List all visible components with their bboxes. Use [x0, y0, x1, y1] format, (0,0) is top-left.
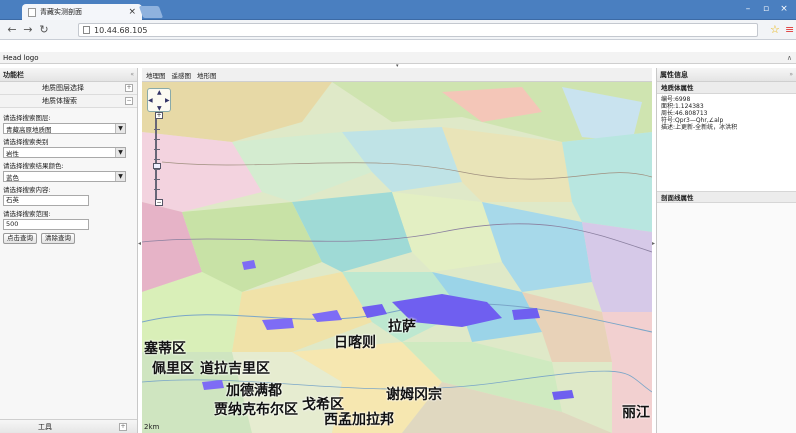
place-label: 加德满都 [226, 383, 282, 399]
geologic-map[interactable]: ▲ ◀ ▶ ▼ + − 拉萨 日喀则 塞蒂区 佩里区 道拉吉里区 加德满都 贾纳… [142, 82, 652, 433]
page-icon [83, 26, 90, 34]
right-splitter-handle[interactable]: ▸ [652, 240, 655, 250]
close-window-icon[interactable]: × [776, 3, 792, 15]
right-panel-header: 属性信息 » [657, 68, 796, 82]
collapse-icon[interactable]: − [125, 97, 133, 105]
tools-label: 工具 [38, 422, 52, 431]
category-label: 请选择搜索类别 [3, 138, 49, 146]
tab-satellite-map[interactable]: 遥感图 [172, 70, 192, 80]
zoom-out-icon[interactable]: − [155, 199, 163, 206]
zoom-in-icon[interactable]: + [155, 112, 163, 119]
close-tab-icon[interactable]: × [128, 7, 136, 17]
separator [0, 41, 796, 52]
menu-icon[interactable]: ≡ [785, 23, 794, 36]
prop-id: 编号:6998 [661, 96, 691, 103]
content-input[interactable]: 石英 [3, 195, 89, 206]
scale-bar: 2km [144, 423, 160, 431]
tab-topo-map[interactable]: 地形图 [197, 70, 217, 80]
browser-tabbar: 青藏实测剖面 × – ▫ × [0, 0, 796, 20]
map-panel: 地理图 遥感图 地形图 ▲ ◀ ▶ ▼ + − 拉萨 日喀则 塞蒂区 佩里区 道… [142, 68, 652, 433]
section-line-attributes-header: 剖面线属性 [657, 191, 796, 203]
pan-down-icon[interactable]: ▼ [157, 105, 162, 112]
new-tab-button[interactable] [138, 6, 164, 18]
section-geobody-search[interactable]: 地质体搜索 − [0, 95, 137, 108]
tab-terrain-map[interactable]: 地理图 [146, 70, 166, 80]
place-label: 道拉吉里区 [200, 361, 270, 377]
place-label: 贾纳克布尔区 [214, 402, 298, 418]
geologic-map-graphic [142, 82, 652, 433]
pan-control[interactable]: ▲ ◀ ▶ ▼ [147, 88, 171, 112]
place-label: 日喀则 [334, 335, 376, 351]
collapse-left-icon[interactable]: « [130, 71, 134, 78]
category-select[interactable]: 岩性 ▼ [3, 147, 126, 158]
left-panel: 功能栏 « 地质图层选择 + 地质体搜索 − 请选择搜索图层: 青藏高原地质图 … [0, 68, 138, 433]
prop-perimeter: 周长:46.808713 [661, 110, 708, 117]
back-icon[interactable]: ← [4, 23, 20, 36]
pan-left-icon[interactable]: ◀ [148, 97, 153, 104]
clear-query-button[interactable]: 清除查询 [41, 233, 75, 244]
layer-select[interactable]: 青藏高原地质图 ▼ [3, 123, 126, 134]
expand-icon[interactable]: + [119, 422, 127, 431]
page-icon [28, 7, 36, 17]
query-button[interactable]: 点击查询 [3, 233, 37, 244]
prop-description: 描述:上更新-全新统，冰洪积 [661, 124, 738, 131]
range-label: 请选择搜索范围: [3, 210, 51, 218]
geobody-attributes-header: 地质体属性 [657, 82, 796, 94]
place-label: 塞蒂区 [144, 341, 186, 357]
place-label: 佩里区 [152, 361, 194, 377]
reload-icon[interactable]: ↻ [36, 23, 52, 36]
zoom-slider[interactable] [153, 119, 163, 199]
section-label: 地质图层选择 [42, 84, 84, 92]
content-label: 请选择搜索内容: [3, 186, 51, 194]
place-label: 拉萨 [388, 319, 416, 335]
range-input[interactable]: 500 [3, 219, 89, 230]
place-label: 谢姆冈宗 [386, 387, 442, 403]
section-label: 地质体搜索 [42, 97, 77, 105]
minimize-icon[interactable]: – [740, 3, 756, 15]
browser-tab[interactable]: 青藏实测剖面 × [22, 4, 142, 20]
right-panel-title: 属性信息 [660, 70, 688, 79]
right-panel: 属性信息 » 地质体属性 编号:6998 面积:1.124383 周长:46.8… [656, 68, 796, 433]
maximize-icon[interactable]: ▫ [758, 3, 774, 15]
category-select-value: 岩性 [6, 149, 19, 158]
tab-title: 青藏实测剖面 [40, 8, 82, 16]
forward-icon[interactable]: → [20, 23, 36, 36]
search-form: 请选择搜索图层: 青藏高原地质图 ▼ 请选择搜索类别 岩性 ▼ 请选择搜索结果颜… [0, 108, 137, 246]
geobody-attributes: 编号:6998 面积:1.124383 周长:46.808713 符号:Qpr3… [657, 94, 796, 191]
browser-toolbar: ← → ↻ 10.44.68.105 ☆ ≡ [0, 20, 796, 40]
section-layer-select[interactable]: 地质图层选择 + [0, 82, 137, 95]
map-tabs: 地理图 遥感图 地形图 [142, 68, 652, 82]
left-panel-header: 功能栏 « [0, 68, 137, 82]
collapse-right-icon[interactable]: » [789, 71, 793, 78]
color-label: 请选择搜索结果颜色: [3, 162, 64, 170]
chevron-down-icon[interactable]: ▼ [115, 172, 125, 181]
header-logo: Head logo [3, 54, 39, 62]
tools-section[interactable]: 工具 + [0, 419, 137, 433]
zoom-slider-knob[interactable] [153, 163, 161, 169]
place-label: 丽江 [622, 405, 650, 421]
bookmark-star-icon[interactable]: ☆ [770, 23, 780, 36]
layer-select-value: 青藏高原地质图 [6, 125, 52, 134]
pan-right-icon[interactable]: ▶ [165, 97, 170, 104]
prop-area: 面积:1.124383 [661, 103, 704, 110]
prop-symbol: 符号:Qpr3—Qhr,∠alp [661, 117, 724, 124]
layer-label: 请选择搜索图层: [3, 114, 51, 122]
chevron-up-icon[interactable]: ∧ [787, 52, 792, 64]
expand-icon[interactable]: + [125, 84, 133, 92]
place-label: 西孟加拉邦 [324, 412, 394, 428]
left-splitter-handle[interactable]: ◂ [138, 240, 141, 250]
color-select[interactable]: 蓝色 ▼ [3, 171, 126, 182]
map-navigation-control: ▲ ◀ ▶ ▼ + − [147, 88, 171, 206]
pan-up-icon[interactable]: ▲ [157, 89, 162, 96]
url-text: 10.44.68.105 [94, 25, 148, 35]
address-bar[interactable]: 10.44.68.105 [78, 23, 758, 37]
chevron-down-icon[interactable]: ▼ [115, 148, 125, 157]
left-panel-title: 功能栏 [3, 70, 24, 79]
color-select-value: 蓝色 [6, 173, 19, 182]
chevron-down-icon[interactable]: ▼ [115, 124, 125, 133]
